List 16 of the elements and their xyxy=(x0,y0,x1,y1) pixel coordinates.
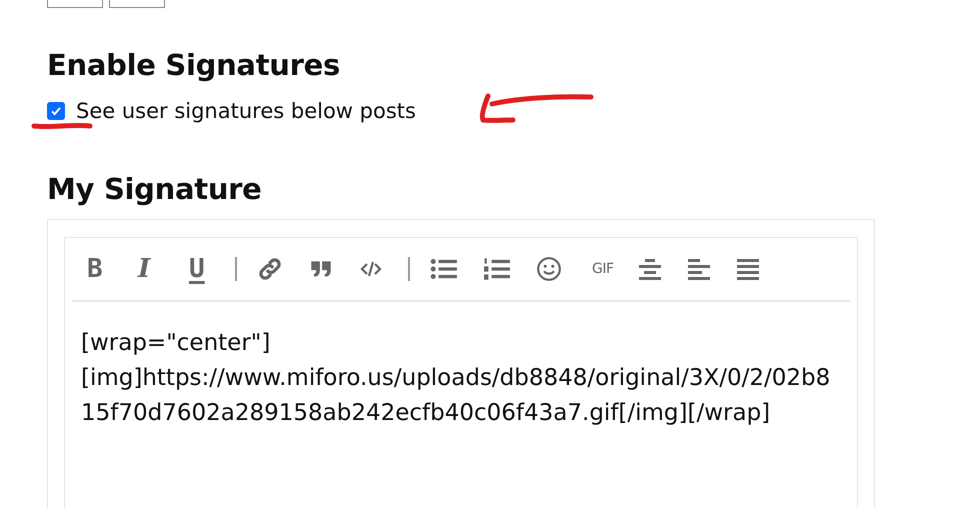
align-center-icon[interactable] xyxy=(638,257,662,281)
section-heading: My Signature xyxy=(47,171,263,208)
justify-icon[interactable] xyxy=(736,257,760,281)
italic-button[interactable]: I xyxy=(133,251,184,287)
signature-text-area[interactable]: [wrap="center"] [img]https://www.miforo.us/uploads/db8848/original/3X/0/2/02b815f70d7602a289158ab242ecfb40c06f43a7.gif[/img][/wrap] xyxy=(72,302,845,431)
gif-button[interactable]: GIF xyxy=(587,251,638,287)
section-heading: Enable Signatures xyxy=(47,47,341,84)
numbered-list-icon[interactable] xyxy=(483,257,511,281)
bullet-list-icon[interactable] xyxy=(430,257,458,281)
bold-button[interactable]: B xyxy=(82,251,133,287)
smiley-icon[interactable] xyxy=(536,256,562,282)
checkbox-label: See user signatures below posts xyxy=(76,99,416,123)
align-left-icon[interactable] xyxy=(687,257,711,281)
link-icon[interactable] xyxy=(257,256,283,282)
checkbox[interactable] xyxy=(47,102,65,120)
underline-button[interactable]: U xyxy=(184,251,235,287)
